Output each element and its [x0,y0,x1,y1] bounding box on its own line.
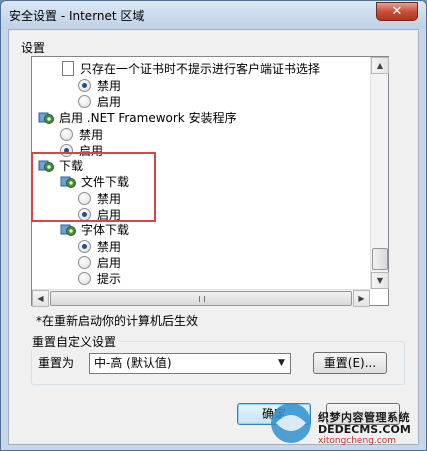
setting-radio-option[interactable]: 启用 [78,255,121,271]
restart-note: *在重新启动你的计算机后生效 [36,314,199,328]
settings-category-icon [38,110,55,125]
radio-checked-icon[interactable] [78,79,91,92]
setting-category: 字体下载 [60,222,129,238]
reset-group-label: 重置自定义设置 [28,333,121,350]
vertical-scroll-thumb[interactable] [372,248,388,270]
reset-level-value: 中-高 (默认值) [94,356,172,370]
setting-category: 只存在一个证书时不提示进行客户端证书选择 [62,61,320,77]
radio-unchecked-icon[interactable] [78,272,91,285]
scroll-right-arrow-icon[interactable]: ▶ [353,290,370,307]
watermark: 织梦内容管理系统 DEDECMS.COM xitongcheng.com [266,395,427,451]
setting-label: 禁用 [79,128,104,142]
chevron-down-icon[interactable]: ▼ [273,354,290,373]
vertical-scrollbar[interactable]: ▲ ▼ [370,57,389,289]
setting-radio-option[interactable]: 禁用 [78,239,121,255]
setting-label: 禁用 [97,240,122,254]
document-icon [62,61,74,76]
setting-label: 启用 .NET Framework 安装程序 [59,111,237,125]
setting-label: 启用 [97,95,122,109]
reset-button[interactable]: 重置(E)... [313,352,387,374]
setting-category: 启用 .NET Framework 安装程序 [38,110,237,126]
setting-label: 启用 [97,256,122,270]
setting-label: 只存在一个证书时不提示进行客户端证书选择 [80,62,321,76]
settings-category-icon [60,222,77,237]
reset-to-label: 重置为 [38,356,75,370]
radio-unchecked-icon[interactable] [78,256,91,269]
setting-radio-option[interactable]: 禁用 [60,127,103,143]
setting-radio-option[interactable]: 禁用 [78,78,121,94]
setting-radio-option[interactable]: 提示 [78,271,121,287]
scroll-down-arrow-icon[interactable]: ▼ [371,272,389,289]
horizontal-scroll-thumb[interactable] [50,291,352,306]
scroll-up-arrow-icon[interactable]: ▲ [371,57,389,74]
window-title: 安全设置 - Internet 区域 [9,9,145,23]
settings-group-label: 设置 [21,41,46,55]
setting-label: 字体下载 [81,223,130,237]
scroll-grip-icon [199,296,205,302]
setting-radio-option[interactable]: 启用 [78,94,121,110]
close-button[interactable]: ✕ [376,2,418,21]
title-bar[interactable]: 安全设置 - Internet 区域 ✕ [1,1,426,29]
download-highlight-annotation [31,152,156,222]
scroll-left-arrow-icon[interactable]: ◀ [32,290,49,307]
setting-label: 禁用 [97,79,122,93]
radio-checked-icon[interactable] [78,240,91,253]
radio-unchecked-icon[interactable] [60,128,73,141]
watermark-logo-icon [271,403,311,443]
radio-unchecked-icon[interactable] [78,95,91,108]
watermark-domain: DEDECMS.COM [318,423,411,436]
reset-level-select[interactable]: 中-高 (默认值) ▼ [89,353,291,374]
horizontal-scrollbar[interactable]: ◀ ▶ [32,289,370,307]
watermark-sub: xitongcheng.com [318,436,396,446]
setting-label: 提示 [97,272,122,286]
